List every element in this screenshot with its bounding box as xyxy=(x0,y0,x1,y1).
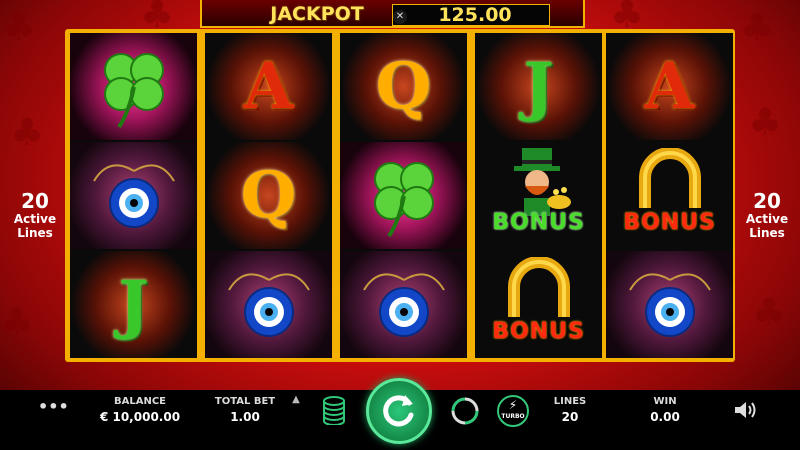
symbol-Q: Q xyxy=(340,33,467,140)
active-lines-label: Lines xyxy=(17,226,53,240)
bonus-label: BONUS xyxy=(623,210,716,235)
spin-button[interactable] xyxy=(366,378,432,444)
active-lines-count: 20 xyxy=(753,189,781,213)
symbol-evil-eye xyxy=(70,142,197,249)
turbo-label: TURBO xyxy=(501,413,525,420)
total-bet-value: 1.00 xyxy=(230,410,260,424)
bonus-label: BONUS xyxy=(492,319,585,344)
active-lines-label: Active xyxy=(745,212,789,226)
symbol-evil-eye xyxy=(606,251,733,358)
symbol-evil-eye xyxy=(340,251,467,358)
lightning-icon: ⚡ xyxy=(508,398,518,412)
autoplay-icon[interactable] xyxy=(449,395,481,427)
active-lines-label: Lines xyxy=(749,226,785,240)
symbol-clover xyxy=(70,33,197,140)
background-clover-icon: ♣ xyxy=(740,5,775,49)
evil-eye-icon xyxy=(92,163,175,228)
lines-value: 20 xyxy=(561,410,579,424)
horseshoe-icon xyxy=(507,257,570,317)
balance-label: BALANCE xyxy=(113,396,166,407)
clover-icon xyxy=(103,52,164,128)
symbol-A: A xyxy=(205,33,332,140)
lines-label: LINES xyxy=(553,396,587,407)
chevron-up-icon[interactable]: ▲ xyxy=(289,394,303,406)
close-icon[interactable]: ✕ xyxy=(393,10,407,24)
ellipsis-icon[interactable]: ••• xyxy=(38,399,69,416)
horseshoe-icon xyxy=(638,148,701,208)
turbo-button[interactable]: ⚡ TURBO xyxy=(497,395,529,427)
letter-A-icon: A xyxy=(644,48,695,124)
reel-4: J BONUS BONUS xyxy=(475,33,602,358)
background-clover-icon: ♣ xyxy=(752,290,787,334)
evil-eye-icon xyxy=(362,272,445,337)
letter-J-icon: J xyxy=(118,266,149,342)
bonus-label: BONUS xyxy=(492,210,585,235)
symbol-clover xyxy=(340,142,467,249)
spin-arrow-icon xyxy=(383,395,414,427)
letter-A-icon: A xyxy=(243,48,294,124)
win-label: WIN xyxy=(653,396,677,407)
symbol-evil-eye xyxy=(205,251,332,358)
active-lines-count: 20 xyxy=(21,189,49,213)
background-clover-icon: ♣ xyxy=(10,110,45,154)
evil-eye-icon xyxy=(628,272,711,337)
letter-Q-icon: Q xyxy=(240,157,297,233)
balance-value: € 10,000.00 xyxy=(99,410,181,424)
symbol-J: J xyxy=(70,251,197,358)
total-bet-label: TOTAL BET xyxy=(214,396,276,407)
active-lines-label: Active xyxy=(13,212,57,226)
background-clover-icon: ♣ xyxy=(2,5,37,49)
jackpot-label: JACKPOT xyxy=(270,3,364,25)
symbol-J: J xyxy=(475,33,602,140)
reel-3: Q xyxy=(340,33,467,358)
reel-2: A Q xyxy=(205,33,332,358)
active-lines-right: 20 Active Lines xyxy=(737,190,797,240)
symbol-horseshoe-bonus: BONUS xyxy=(606,142,733,249)
coin-stack-icon[interactable] xyxy=(320,395,348,425)
evil-eye-icon xyxy=(227,272,310,337)
symbol-leprechaun-bonus: BONUS xyxy=(475,142,602,249)
win-value: 0.00 xyxy=(650,410,680,424)
reel-5: A BONUS xyxy=(606,33,733,358)
reel-1: J xyxy=(70,33,197,358)
clover-icon xyxy=(373,161,434,237)
letter-Q-icon: Q xyxy=(375,48,432,124)
active-lines-left: 20 Active Lines xyxy=(5,190,65,240)
letter-J-icon: J xyxy=(523,48,554,124)
symbol-A: A xyxy=(606,33,733,140)
symbol-horseshoe-bonus: BONUS xyxy=(475,251,602,358)
speaker-icon[interactable] xyxy=(733,399,757,421)
leprechaun-icon xyxy=(513,148,571,216)
background-clover-icon: ♣ xyxy=(0,300,35,344)
background-clover-icon: ♣ xyxy=(748,100,783,144)
symbol-Q: Q xyxy=(205,142,332,249)
jackpot-value: 125.00 xyxy=(438,4,512,26)
